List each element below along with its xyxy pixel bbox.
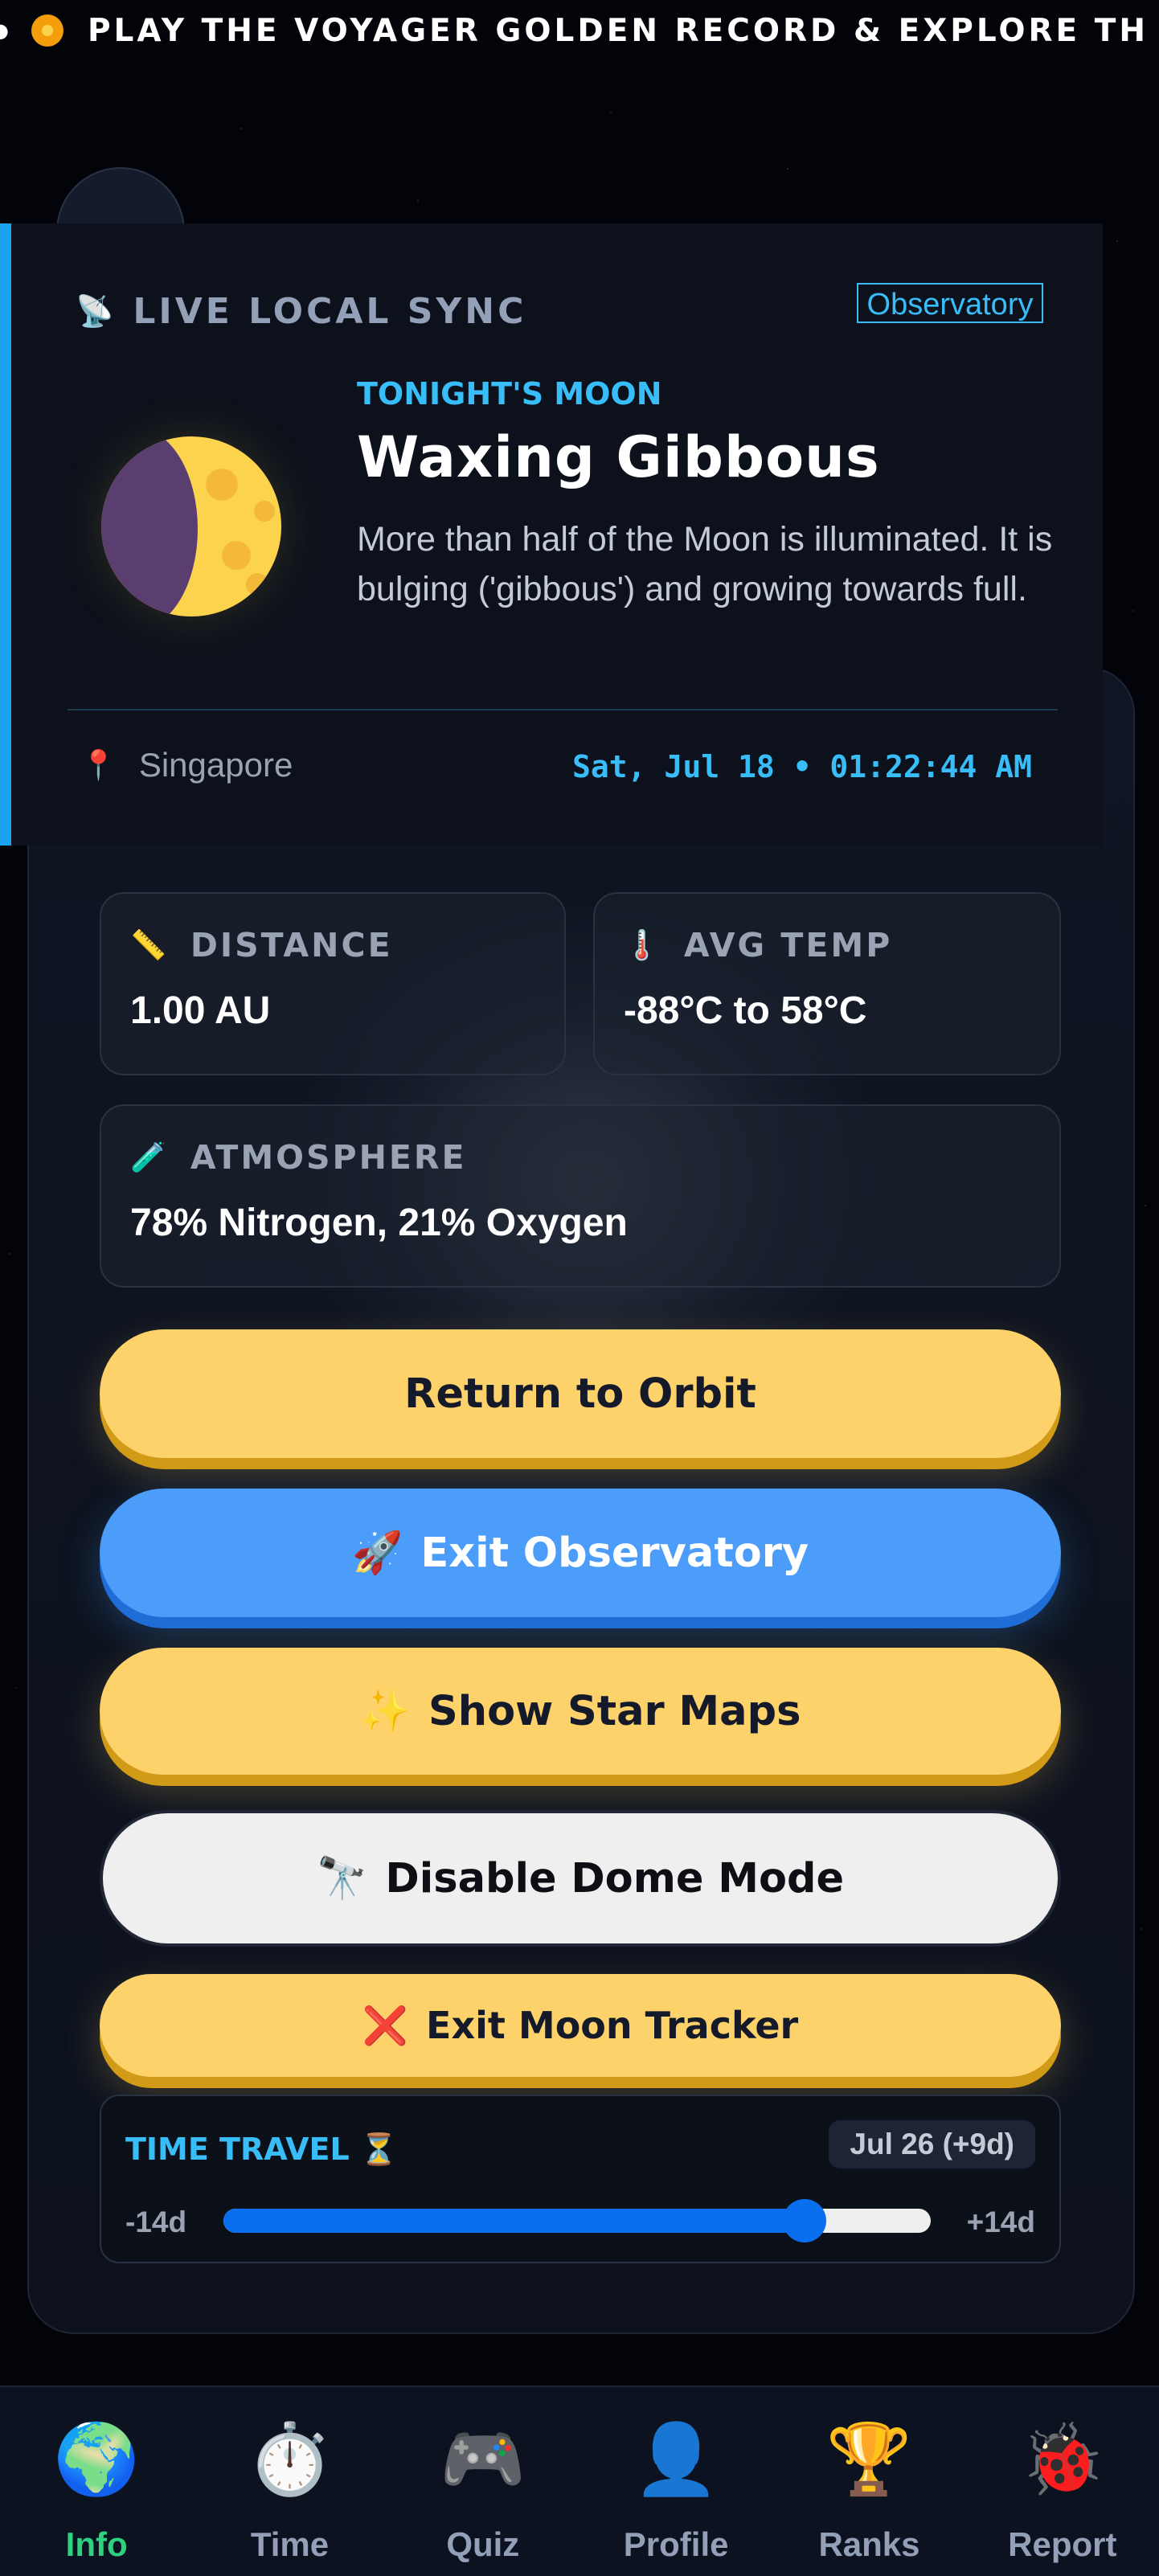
nav-item-quiz[interactable]: 🎮 Quiz [387, 2387, 580, 2576]
time-travel-panel: TIME TRAVEL ⏳ Jul 26 (+9d) -14d +14d [100, 2095, 1061, 2263]
thermometer-icon: 🌡️ [624, 929, 660, 962]
live-local-sync-card: 📡 LIVE LOCAL SYNC Observatory TONIGHT'S … [0, 223, 1103, 846]
atmosphere-label: ATMOSPHERE [190, 1138, 467, 1177]
ticker-text: PLAY THE VOYAGER GOLDEN RECORD & EXPLORE… [87, 12, 1149, 49]
location: 📍 Singapore [80, 746, 293, 784]
gamepad-icon: 🎮 [440, 2419, 526, 2500]
sparkles-icon: ✨ [359, 1687, 412, 1735]
time-travel-title-text: TIME TRAVEL [125, 2132, 350, 2167]
moon-phase-icon [101, 436, 281, 616]
return-to-orbit-label: Return to Orbit [404, 1370, 756, 1418]
moon-phase-title: Waxing Gibbous [357, 424, 880, 490]
distance-card: 📏 DISTANCE 1.00 AU [100, 892, 566, 1075]
ticker-bullet-icon: ● [0, 19, 9, 42]
avg-temp-label: AVG TEMP [683, 926, 893, 964]
location-pin-icon: 📍 [80, 749, 117, 782]
avg-temp-card: 🌡️ AVG TEMP -88°C to 58°C [593, 892, 1061, 1075]
observatory-tag[interactable]: Observatory [857, 283, 1043, 323]
test-tube-icon: 🧪 [130, 1141, 166, 1174]
nav-label: Info [65, 2525, 128, 2563]
nav-label: Quiz [446, 2525, 520, 2563]
rocket-icon: 🚀 [351, 1529, 403, 1577]
sync-title: LIVE LOCAL SYNC [133, 291, 527, 332]
globe-icon: 🌍 [53, 2419, 140, 2500]
nav-item-ranks[interactable]: 🏆 Ranks [772, 2387, 965, 2576]
location-text: Singapore [138, 746, 293, 784]
slider-min-label: -14d [125, 2205, 187, 2238]
ruler-icon: 📏 [130, 929, 166, 962]
stopwatch-icon: ⏱️ [246, 2419, 334, 2500]
nav-item-profile[interactable]: 👤 Profile [580, 2387, 772, 2576]
moon-label: TONIGHT'S MOON [357, 376, 662, 412]
exit-moon-tracker-button[interactable]: ❌ Exit Moon Tracker [100, 1974, 1061, 2077]
distance-value: 1.00 AU [130, 989, 271, 1032]
bottom-navigation: 🌍 Info ⏱️ Time 🎮 Quiz 👤 Profile 🏆 Ranks 🐞 Report [0, 2386, 1159, 2576]
sync-header: 📡 LIVE LOCAL SYNC [76, 291, 526, 332]
slider-max-label: +14d [966, 2205, 1035, 2238]
news-ticker: ● PLAY THE VOYAGER GOLDEN RECORD & EXPLO… [0, 0, 1159, 61]
moon-description: More than half of the Moon is illuminate… [357, 520, 1053, 608]
cross-mark-icon: ❌ [362, 2003, 409, 2047]
show-star-maps-label: Show Star Maps [428, 1687, 801, 1735]
disable-dome-mode-button[interactable]: 🔭 Disable Dome Mode [100, 1810, 1061, 1947]
return-to-orbit-button[interactable]: Return to Orbit [100, 1329, 1061, 1458]
disable-dome-mode-label: Disable Dome Mode [385, 1854, 845, 1902]
telescope-icon: 🔭 [316, 1854, 368, 1902]
hourglass-icon: ⏳ [359, 2132, 399, 2167]
trophy-icon: 🏆 [825, 2419, 913, 2500]
nav-label: Report [1008, 2525, 1117, 2563]
nav-item-info[interactable]: 🌍 Info [0, 2387, 193, 2576]
ladybug-icon: 🐞 [1019, 2419, 1106, 2500]
user-icon: 👤 [633, 2419, 719, 2500]
nav-item-time[interactable]: ⏱️ Time [193, 2387, 386, 2576]
distance-label: DISTANCE [190, 926, 393, 964]
local-datetime: Sat, Jul 18 • 01:22:44 AM [572, 749, 1032, 784]
time-travel-title: TIME TRAVEL ⏳ [125, 2132, 398, 2168]
divider [68, 709, 1058, 711]
avg-temp-value: -88°C to 58°C [624, 989, 867, 1032]
record-icon [31, 14, 63, 47]
exit-moon-tracker-label: Exit Moon Tracker [426, 2004, 799, 2047]
slider-fill [223, 2209, 805, 2233]
time-travel-date-badge: Jul 26 (+9d) [829, 2120, 1035, 2169]
atmosphere-card: 🧪 ATMOSPHERE 78% Nitrogen, 21% Oxygen [100, 1104, 1061, 1288]
atmosphere-value: 78% Nitrogen, 21% Oxygen [130, 1202, 628, 1244]
satellite-dish-icon: 📡 [76, 293, 114, 329]
nav-label: Profile [623, 2525, 729, 2563]
nav-label: Ranks [818, 2525, 920, 2563]
nav-label: Time [250, 2525, 330, 2563]
exit-observatory-label: Exit Observatory [420, 1529, 809, 1577]
slider-thumb[interactable] [782, 2199, 826, 2242]
nav-item-report[interactable]: 🐞 Report [966, 2387, 1159, 2576]
exit-observatory-button[interactable]: 🚀 Exit Observatory [100, 1489, 1061, 1617]
show-star-maps-button[interactable]: ✨ Show Star Maps [100, 1648, 1061, 1775]
